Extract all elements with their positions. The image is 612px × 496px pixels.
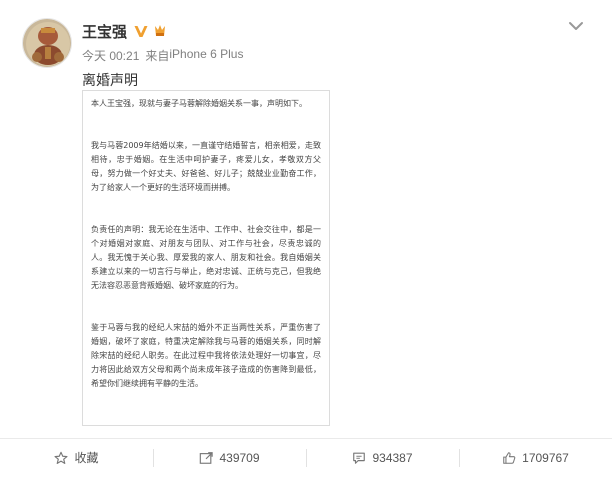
like-count: 1709767: [522, 450, 569, 465]
post-meta: 今天 00:21 来自 iPhone 6 Plus: [82, 47, 243, 64]
repost-button[interactable]: 439709: [153, 439, 306, 476]
avatar[interactable]: [22, 18, 72, 68]
chevron-down-icon[interactable]: [566, 16, 586, 36]
statement-paragraph: 负责任的声明：我无论在生活中、工作中、社会交往中，都是一个对婚姻对家庭、对朋友与…: [91, 225, 321, 290]
repost-icon: [200, 451, 214, 464]
statement-paragraph: 鉴于马蓉与我的经纪人宋喆的婚外不正当两性关系，严重伤害了婚姻，破坏了家庭，特重决…: [91, 323, 321, 388]
post-time[interactable]: 今天 00:21: [82, 47, 139, 64]
statement-paragraph: 我与马蓉2009年结婚以来，一直谨守结婚誓言，相亲相爱，走致相待，忠于婚姻。在生…: [91, 141, 321, 192]
repost-count: 439709: [219, 450, 260, 465]
post-text: 离婚声明: [82, 72, 138, 88]
verified-v-icon: [134, 26, 148, 37]
author-line: 王宝强: [82, 21, 168, 41]
member-badge-icon[interactable]: [152, 23, 168, 39]
weibo-post: 王宝强 今天 00:21 来自 iPhone 6 Plus 离婚声明 本人王宝强…: [0, 0, 612, 496]
source-prefix: 来自: [145, 49, 170, 63]
post-source[interactable]: iPhone 6 Plus: [169, 47, 243, 64]
comment-button[interactable]: 934387: [306, 439, 459, 476]
author-name[interactable]: 王宝强: [82, 21, 127, 42]
thumbs-up-icon: [503, 451, 516, 464]
like-button[interactable]: 1709767: [459, 439, 612, 476]
statement-image[interactable]: 本人王宝强，现就与妻子马蓉解除婚姻关系一事，声明如下。 我与马蓉2009年结婚以…: [82, 90, 330, 426]
favorite-button[interactable]: 收藏: [0, 439, 153, 476]
action-bar: 收藏 439709 934387 1709767: [0, 438, 612, 476]
comment-icon: [353, 452, 366, 464]
star-icon: [54, 451, 69, 464]
comment-count: 934387: [372, 450, 413, 465]
favorite-label: 收藏: [74, 451, 99, 465]
statement-paragraph: 本人王宝强，现就与妻子马蓉解除婚姻关系一事，声明如下。: [91, 99, 307, 108]
